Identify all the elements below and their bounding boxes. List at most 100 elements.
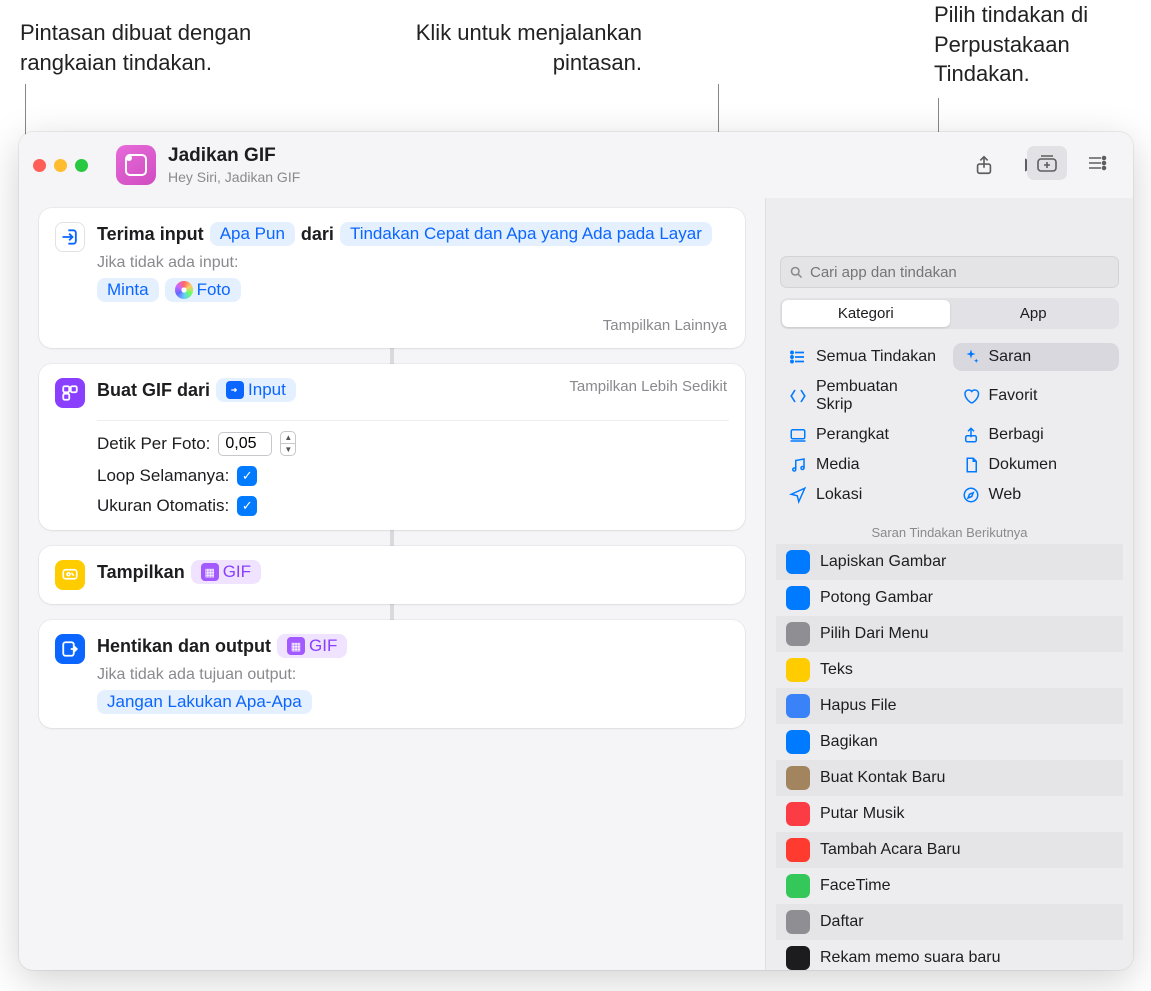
seconds-stepper[interactable]: ▲▼ (280, 431, 296, 456)
suggestions-header: Saran Tindakan Berikutnya (776, 525, 1123, 540)
location-icon (788, 486, 808, 504)
shortcut-title[interactable]: Jadikan GIF (168, 145, 955, 167)
show-less-button[interactable]: Tampilkan Lebih Sedikit (569, 378, 727, 395)
suggestion-item[interactable]: Rekam memo suara baru (776, 940, 1123, 970)
suggestion-icon (786, 766, 810, 790)
suggestion-label: Daftar (820, 913, 864, 931)
suggestion-label: Potong Gambar (820, 589, 933, 607)
autosize-label: Ukuran Otomatis: (97, 496, 229, 516)
suggestion-label: Rekam memo suara baru (820, 949, 1001, 967)
suggestion-item[interactable]: Lapiskan Gambar (776, 544, 1123, 580)
show-more-button[interactable]: Tampilkan Lainnya (603, 317, 727, 334)
suggestion-icon (786, 730, 810, 754)
suggestion-icon (786, 802, 810, 826)
heart-icon (961, 387, 981, 405)
seconds-input[interactable] (218, 432, 272, 456)
suggestion-icon (786, 586, 810, 610)
suggestion-icon (786, 910, 810, 934)
param-photos[interactable]: Foto (165, 278, 241, 302)
category-label: Saran (989, 348, 1032, 366)
category-label: Favorit (989, 387, 1038, 405)
category-script[interactable]: Pembuatan Skrip (780, 373, 947, 419)
input-mini-icon (226, 381, 244, 399)
suggestion-item[interactable]: Hapus File (776, 688, 1123, 724)
category-doc[interactable]: Dokumen (953, 451, 1120, 479)
text: dari (301, 224, 334, 245)
suggestion-item[interactable]: Buat Kontak Baru (776, 760, 1123, 796)
search-field-wrap[interactable] (780, 256, 1119, 288)
suggestion-label: Tambah Acara Baru (820, 841, 961, 859)
category-music[interactable]: Media (780, 451, 947, 479)
details-button[interactable] (1077, 146, 1117, 180)
param-any[interactable]: Apa Pun (210, 222, 295, 246)
shortcut-subtitle: Hey Siri, Jadikan GIF (168, 169, 955, 185)
suggestion-icon (786, 658, 810, 682)
share-icon (961, 426, 981, 444)
music-icon (788, 456, 808, 474)
var-gif[interactable]: ▦GIF (191, 560, 261, 584)
category-heart[interactable]: Favorit (953, 373, 1120, 419)
action-library-sidebar: Kategori App Semua Tindakan Saran Pembuata… (765, 198, 1133, 970)
segmented-control: Kategori App (780, 298, 1119, 329)
text: Hentikan dan output (97, 636, 271, 657)
suggestion-icon (786, 622, 810, 646)
category-safari[interactable]: Web (953, 481, 1120, 509)
titlebar: Jadikan GIF Hey Siri, Jadikan GIF (19, 132, 1133, 198)
close-button[interactable] (33, 159, 46, 172)
zoom-button[interactable] (75, 159, 88, 172)
autosize-checkbox[interactable]: ✓ (237, 496, 257, 516)
text: Buat GIF dari (97, 380, 210, 401)
suggestion-label: Putar Musik (820, 805, 904, 823)
param-do-nothing[interactable]: Jangan Lakukan Apa-Apa (97, 690, 312, 714)
category-label: Media (816, 456, 860, 474)
suggestion-label: Teks (820, 661, 853, 679)
connector (390, 530, 394, 546)
annotation-left: Pintasan dibuat dengan rangkaian tindaka… (20, 18, 320, 77)
category-label: Berbagi (989, 426, 1044, 444)
category-device[interactable]: Perangkat (780, 421, 947, 449)
search-input[interactable] (810, 264, 1110, 281)
category-label: Semua Tindakan (816, 348, 936, 366)
suggestion-item[interactable]: Pilih Dari Menu (776, 616, 1123, 652)
suggestion-item[interactable]: Potong Gambar (776, 580, 1123, 616)
share-button[interactable] (967, 148, 1001, 182)
category-sparkle[interactable]: Saran (953, 343, 1120, 371)
library-toggle-button[interactable] (1027, 146, 1067, 180)
input-icon (55, 222, 85, 252)
param-ask[interactable]: Minta (97, 278, 159, 302)
safari-icon (961, 486, 981, 504)
category-label: Lokasi (816, 486, 862, 504)
category-location[interactable]: Lokasi (780, 481, 947, 509)
seconds-label: Detik Per Foto: (97, 434, 210, 454)
action-receive-input[interactable]: Terima input Apa Pun dari Tindakan Cepat… (39, 208, 745, 348)
suggestion-item[interactable]: Tambah Acara Baru (776, 832, 1123, 868)
category-label: Pembuatan Skrip (816, 378, 939, 414)
annotation-middle: Klik untuk menjalankan pintasan. (382, 18, 642, 77)
list-icon (788, 348, 808, 366)
suggestion-item[interactable]: Daftar (776, 904, 1123, 940)
tab-app[interactable]: App (950, 300, 1118, 327)
category-label: Dokumen (989, 456, 1057, 474)
action-show-result[interactable]: Tampilkan ▦GIF (39, 546, 745, 604)
action-make-gif[interactable]: Buat GIF dari Input Tampilkan Lebih Sedi… (39, 364, 745, 530)
suggestion-item[interactable]: Putar Musik (776, 796, 1123, 832)
action-stop-output[interactable]: Hentikan dan output ▦GIF Jika tidak ada … (39, 620, 745, 728)
suggestion-item[interactable]: Teks (776, 652, 1123, 688)
category-label: Web (989, 486, 1022, 504)
connector (390, 348, 394, 364)
gif-mini-icon: ▦ (287, 637, 305, 655)
param-source[interactable]: Tindakan Cepat dan Apa yang Ada pada Lay… (340, 222, 712, 246)
category-label: Perangkat (816, 426, 889, 444)
text: Terima input (97, 224, 204, 245)
loop-checkbox[interactable]: ✓ (237, 466, 257, 486)
category-list[interactable]: Semua Tindakan (780, 343, 947, 371)
minimize-button[interactable] (54, 159, 67, 172)
tab-category[interactable]: Kategori (782, 300, 950, 327)
suggestion-item[interactable]: Bagikan (776, 724, 1123, 760)
shortcut-icon (116, 145, 156, 185)
no-input-label: Jika tidak ada input: (97, 254, 729, 272)
var-gif-output[interactable]: ▦GIF (277, 634, 347, 658)
param-input[interactable]: Input (216, 378, 296, 402)
category-share[interactable]: Berbagi (953, 421, 1120, 449)
suggestion-item[interactable]: FaceTime (776, 868, 1123, 904)
